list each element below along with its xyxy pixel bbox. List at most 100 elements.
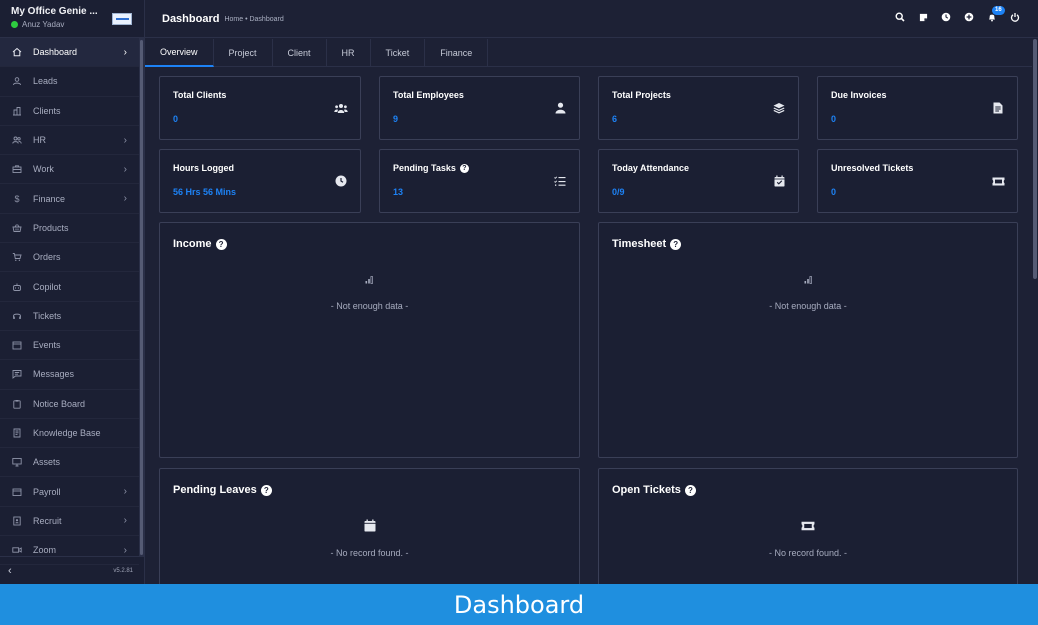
- user-name: Anuz Yadav: [22, 20, 65, 29]
- sidebar-item-clients[interactable]: Clients: [0, 97, 139, 126]
- robot-icon: [11, 281, 23, 293]
- sidebar-scrollbar-thumb[interactable]: [140, 40, 143, 555]
- sidebar-item-copilot[interactable]: Copilot: [0, 272, 139, 302]
- stat-card-due-invoices[interactable]: Due Invoices 0: [817, 76, 1018, 140]
- panel-title: Open Tickets ?: [612, 484, 696, 496]
- people-icon: [11, 134, 23, 146]
- chevron-right-icon: ›: [123, 486, 127, 498]
- tab-project[interactable]: Project: [214, 39, 273, 67]
- book-icon: [11, 427, 23, 439]
- collapse-sidebar-icon[interactable]: ‹: [8, 565, 12, 577]
- stat-value: 0: [831, 187, 837, 197]
- sidebar-item-leads[interactable]: Leads: [0, 67, 139, 97]
- tab-client[interactable]: Client: [273, 39, 327, 67]
- stat-card-total-clients[interactable]: Total Clients 0: [159, 76, 361, 140]
- stat-value: 9: [393, 114, 399, 124]
- sidebar-item-events[interactable]: Events: [0, 331, 139, 361]
- badge-icon: [11, 515, 23, 527]
- header-actions: 16: [895, 6, 1020, 23]
- sidebar-item-assets[interactable]: Assets: [0, 448, 139, 478]
- search-icon[interactable]: [895, 11, 905, 23]
- sidebar-item-recruit[interactable]: Recruit ›: [0, 507, 139, 537]
- brand[interactable]: My Office Genie ... Anuz Yadav: [0, 0, 144, 38]
- sidebar-item-tickets[interactable]: Tickets: [0, 302, 139, 331]
- sidebar-item-label: Events: [33, 340, 61, 351]
- calendar-icon: [160, 519, 579, 534]
- chevron-right-icon: ›: [123, 134, 127, 146]
- bar-chart-icon: [599, 275, 1017, 286]
- sidebar-item-finance[interactable]: $ Finance ›: [0, 184, 139, 214]
- tab-hr[interactable]: HR: [327, 39, 371, 67]
- sidebar-item-payroll[interactable]: Payroll ›: [0, 477, 139, 507]
- add-circle-icon[interactable]: [964, 11, 974, 23]
- stat-card-hours-logged[interactable]: Hours Logged 56 Hrs 56 Mins: [159, 149, 361, 213]
- stat-label: Pending Tasks: [393, 163, 456, 173]
- caption-bar: Dashboard: [0, 584, 1038, 625]
- stat-card-today-attendance[interactable]: Today Attendance 0/9: [598, 149, 799, 213]
- calendar-check-icon: [772, 174, 786, 188]
- sidebar-item-label: Clients: [33, 105, 61, 116]
- clock-icon[interactable]: [941, 11, 951, 23]
- sidebar-item-label: Assets: [33, 457, 61, 468]
- monitor-icon: [11, 456, 23, 468]
- pending-leaves-panel: Pending Leaves ? - No record found. -: [159, 468, 580, 588]
- sidebar-item-messages[interactable]: Messages: [0, 360, 139, 390]
- timesheet-title: Timesheet: [612, 238, 667, 250]
- sidebar-item-label: Dashboard: [33, 47, 78, 58]
- tab-ticket[interactable]: Ticket: [371, 39, 426, 67]
- sidebar-item-label: Finance: [33, 193, 66, 204]
- sidebar-item-label: Zoom: [33, 545, 57, 556]
- sidebar-item-label: Recruit: [33, 515, 62, 526]
- power-icon[interactable]: [1010, 11, 1020, 23]
- sidebar-item-dashboard[interactable]: Dashboard ›: [0, 38, 139, 68]
- tab-finance[interactable]: Finance: [425, 39, 489, 67]
- stat-value: 0/9: [612, 187, 625, 197]
- bell-icon[interactable]: 16: [987, 6, 1005, 23]
- stat-value: 56 Hrs 56 Mins: [173, 187, 237, 197]
- bar-chart-icon: [160, 275, 579, 286]
- chevron-right-icon: ›: [123, 193, 127, 205]
- stat-label: Due Invoices: [831, 90, 887, 100]
- sidebar-item-label: Payroll: [33, 486, 61, 497]
- page-title: Dashboard: [162, 12, 220, 25]
- stat-card-total-projects[interactable]: Total Projects 6: [598, 76, 799, 140]
- help-icon[interactable]: ?: [670, 238, 682, 250]
- stat-value: 13: [393, 187, 404, 197]
- stat-card-pending-tasks[interactable]: Pending Tasks ? 13: [379, 149, 580, 213]
- home-icon: [11, 46, 23, 58]
- pending-leaves-title: Pending Leaves: [173, 484, 257, 496]
- tasks-icon: [553, 174, 567, 188]
- help-icon[interactable]: ?: [260, 484, 272, 496]
- tab-overview[interactable]: Overview: [145, 39, 214, 67]
- stat-label: Unresolved Tickets: [831, 163, 914, 173]
- help-icon[interactable]: ?: [459, 163, 469, 173]
- sidebar-item-label: Tickets: [33, 310, 62, 321]
- stat-card-total-employees[interactable]: Total Employees 9: [379, 76, 580, 140]
- sidebar-item-work[interactable]: Work ›: [0, 155, 139, 185]
- layers-icon: [772, 101, 786, 115]
- sticky-note-icon[interactable]: [918, 11, 928, 23]
- timesheet-panel: Timesheet ? - Not enough data -: [598, 222, 1018, 458]
- stat-value: 0: [831, 114, 837, 124]
- sidebar-item-products[interactable]: Products: [0, 214, 139, 244]
- main-scrollbar[interactable]: [1033, 39, 1037, 279]
- file-invoice-icon: [991, 101, 1005, 115]
- stat-card-unresolved-tickets[interactable]: Unresolved Tickets 0: [817, 149, 1018, 213]
- users-icon: [334, 101, 348, 115]
- stat-label: Total Clients: [173, 90, 227, 100]
- sidebar-item-hr[interactable]: HR ›: [0, 126, 139, 156]
- sidebar-item-knowledge-base[interactable]: Knowledge Base: [0, 419, 139, 449]
- open-tickets-panel: Open Tickets ? - No record found. -: [598, 468, 1018, 588]
- building-icon: [11, 105, 23, 117]
- sidebar-nav: Dashboard › Leads Clients HR › Work › $ …: [0, 38, 139, 566]
- sidebar-item-notice-board[interactable]: Notice Board: [0, 390, 139, 419]
- help-icon[interactable]: ?: [215, 238, 227, 250]
- user-icon: [553, 101, 567, 115]
- empty-state-text: - Not enough data -: [330, 301, 409, 311]
- panel-title: Income ?: [173, 238, 227, 250]
- clipboard-icon: [11, 398, 23, 410]
- help-icon[interactable]: ?: [684, 484, 696, 496]
- sidebar-item-orders[interactable]: Orders: [0, 243, 139, 273]
- panel-title: Timesheet ?: [612, 238, 682, 250]
- sidebar-item-label: HR: [33, 135, 46, 146]
